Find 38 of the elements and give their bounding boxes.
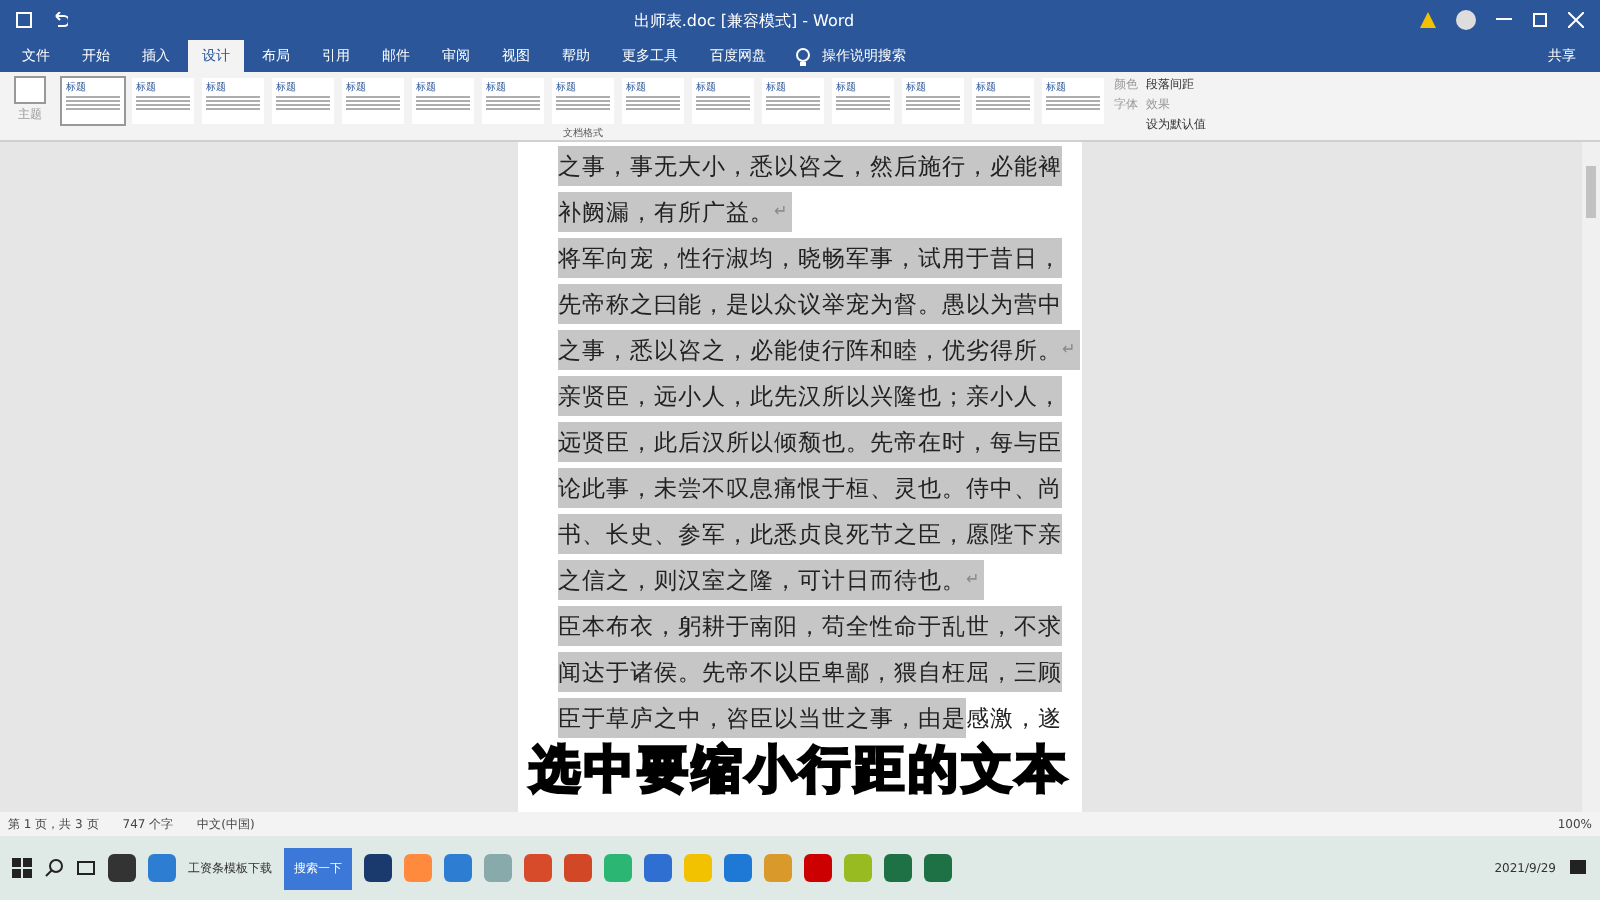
document-text: 远贤臣，此后汉所以倾颓也。先帝在时，每与臣	[558, 421, 1062, 461]
save-icon[interactable]	[16, 12, 32, 28]
notification-icon[interactable]	[1568, 858, 1588, 878]
avatar-icon[interactable]	[1456, 10, 1476, 30]
restore-icon[interactable]	[1532, 12, 1548, 28]
minimize-icon[interactable]	[1496, 18, 1512, 22]
app-icon[interactable]	[804, 854, 832, 882]
video-subtitle: 选中要缩小行距的文本	[530, 740, 1070, 800]
paragraph-mark: ↵	[1062, 329, 1080, 369]
document-text: 先帝称之曰能，是以众议举宠为督。愚以为营中	[558, 283, 1062, 323]
windows-start-icon[interactable]	[12, 858, 32, 878]
document-text: 论此事，未尝不叹息痛恨于桓、灵也。侍中、尚	[558, 467, 1062, 507]
app-icon[interactable]	[924, 854, 952, 882]
window-title: 出师表.doc [兼容模式] - Word	[631, 9, 857, 31]
document-text: 书、长史、参军，此悉贞良死节之臣，愿陛下亲	[558, 513, 1062, 553]
document-text: 闻达于诸侯。先帝不以臣卑鄙，猥自枉屈，三顾	[558, 651, 1062, 691]
document-text: 亲贤臣，远小人，此先汉所以兴隆也；亲小人，	[558, 375, 1062, 415]
browser-icon[interactable]	[148, 854, 176, 882]
document-text: 臣本布衣，躬耕于南阳，苟全性命于乱世，不求	[558, 605, 1062, 645]
paragraph-mark: ↵	[966, 559, 984, 599]
document-text: 感激，遂	[966, 701, 1062, 735]
lightbulb-icon	[796, 48, 810, 66]
document-text: 之信之，则汉室之隆，可计日而待也。	[558, 559, 966, 599]
document-text: 补阙漏，有所广益。	[558, 191, 774, 231]
app-icon[interactable]	[108, 854, 136, 882]
close-icon[interactable]	[1568, 12, 1584, 28]
document-text: 臣于草庐之中，咨臣以当世之事，由是	[558, 697, 966, 737]
app-icon[interactable]	[364, 854, 392, 882]
app-icon[interactable]	[884, 854, 912, 882]
warning-icon[interactable]	[1420, 12, 1436, 28]
scrollbar[interactable]	[1582, 142, 1600, 812]
document-text: 将军向宠，性行淑均，晓畅军事，试用于昔日，	[558, 237, 1062, 277]
document-text: 之事，事无大小，悉以咨之，然后施行，必能裨	[558, 145, 1062, 185]
paragraph-mark: ↵	[774, 191, 792, 231]
document-text: 之事，悉以咨之，必能使行阵和睦，优劣得所。	[558, 329, 1062, 369]
search-icon[interactable]	[44, 858, 64, 878]
task-view-icon[interactable]	[76, 858, 96, 878]
undo-icon[interactable]	[52, 12, 68, 28]
